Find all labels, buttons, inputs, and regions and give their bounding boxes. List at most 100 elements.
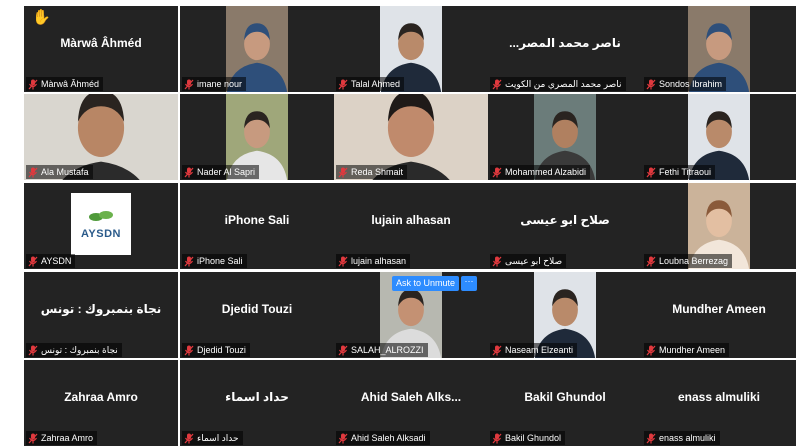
participant-tile[interactable]: Talal Ahmed [334,6,488,92]
participant-tile[interactable]: Djedid Touzi Djedid Touzi [180,272,334,358]
participant-display-name: Bakil Ghundol [524,390,606,404]
participant-display-name: enass almuliki [677,390,761,404]
participant-name-label: Loubna Berrezag [644,254,733,268]
participant-tile[interactable]: ...ناصر محمد المصر ناصر محمد المصري من ال… [488,6,642,92]
participant-name-text: Nader Al Sapri [197,167,256,177]
participant-name-text: Ala Mustafa [41,167,89,177]
participant-display-name: Djedid Touzi [221,302,293,316]
ask-to-unmute-button[interactable]: Ask to Unmute [392,276,460,291]
participant-name-label: Mundher Ameen [644,343,730,357]
participant-display-name: نجاة بنمبروك : تونس [40,302,162,316]
participant-action-bar: Ask to Unmute ··· [392,276,478,291]
participant-name-label: Djedid Touzi [182,343,250,357]
raised-hand-icon: ✋ [32,9,51,26]
participant-name-text: Mohammed Alzabidi [505,167,587,177]
participant-name-text: Bakil Ghundol [505,433,562,443]
participant-name-text: Reda Shmait [351,167,404,177]
participant-tile[interactable]: Mundher Ameen Mundher Ameen [642,272,796,358]
participant-name-text: Fethi Titraoui [659,167,712,177]
participant-name-text: Mundher Ameen [659,345,726,355]
participant-tile[interactable]: Ala Mustafa [24,94,178,180]
participant-tile[interactable]: Ahid Saleh Alks... Ahid Saleh Alksadi [334,360,488,446]
participant-tile[interactable]: Mohammed Alzabidi [488,94,642,180]
participant-name-label: ناصر محمد المصري من الكويت [490,77,626,91]
muted-mic-icon [28,433,38,444]
muted-mic-icon [28,79,38,90]
participant-name-text: حداد اسماء [197,432,239,443]
participant-name-label: Nader Al Sapri [182,165,260,179]
participant-tile[interactable]: AYSDN AYSDN [24,183,178,269]
video-gallery-grid: Màrwâ Âhméd ✋ Màrwâ Âhméd imane nour Talal A… [0,0,798,446]
participant-name-text: enass almuliki [659,433,716,443]
participant-display-name: Ahid Saleh Alks... [360,390,462,404]
participant-name-label: lujain alhasan [336,254,411,268]
participant-tile[interactable]: iPhone Sali iPhone Sali [180,183,334,269]
muted-mic-icon [184,79,194,90]
participant-display-name: Mundher Ameen [672,302,766,316]
participant-name-text: SALAH_ALROZZI [351,345,424,355]
muted-mic-icon [338,433,348,444]
leaf-icon [86,209,116,228]
participant-name-label: iPhone Sali [182,254,247,268]
participant-name-text: lujain alhasan [351,256,407,266]
participant-tile[interactable]: حداد اسماء حداد اسماء [180,360,334,446]
logo-text: AYSDN [81,227,121,240]
muted-mic-icon [184,345,194,356]
participant-name-text: ناصر محمد المصري من الكويت [505,78,622,89]
muted-mic-icon [184,256,194,267]
muted-mic-icon [646,256,656,267]
participant-tile[interactable]: Nader Al Sapri [180,94,334,180]
muted-mic-icon [646,167,656,178]
participant-name-text: صلاح ابو عيسى [505,255,563,266]
participant-name-text: AYSDN [41,256,72,266]
participant-name-label: SALAH_ALROZZI [336,343,428,357]
participant-tile[interactable]: Sondos Ibrahim [642,6,796,92]
participant-tile[interactable]: Reda Shmait [334,94,488,180]
muted-mic-icon [28,167,38,178]
participant-tile[interactable]: Bakil Ghundol Bakil Ghundol [488,360,642,446]
participant-name-text: Sondos Ibrahim [659,79,723,89]
participant-logo-image: AYSDN [71,193,131,255]
participant-tile[interactable]: Fethi Titraoui [642,94,796,180]
participant-name-text: Talal Ahmed [351,79,401,89]
muted-mic-icon [492,433,502,444]
participant-name-label: Bakil Ghundol [490,431,566,445]
participant-name-text: Zahraa Amro [41,433,94,443]
participant-name-label: حداد اسماء [182,431,243,445]
participant-name-label: Fethi Titraoui [644,165,716,179]
participant-tile[interactable]: Zahraa Amro Zahraa Amro [24,360,178,446]
muted-mic-icon [646,345,656,356]
participant-display-name: ...ناصر محمد المصر [509,36,621,50]
participant-name-label: Sondos Ibrahim [644,77,727,91]
participant-name-label: Màrwâ Âhméd [26,77,104,91]
participant-name-label: AYSDN [26,254,76,268]
muted-mic-icon [338,79,348,90]
participant-name-text: Loubna Berrezag [659,256,729,266]
participant-display-name: حداد اسماء [225,390,289,404]
participant-name-label: Zahraa Amro [26,431,98,445]
participant-name-label: Naseam Elzeanti [490,343,578,357]
participant-tile[interactable]: صلاح ابو عيسى صلاح ابو عيسى [488,183,642,269]
participant-display-name: صلاح ابو عيسى [520,213,610,227]
participant-name-text: Màrwâ Âhméd [41,79,100,89]
participant-tile[interactable]: Màrwâ Âhméd ✋ Màrwâ Âhméd [24,6,178,92]
more-options-button[interactable]: ··· [461,276,478,291]
muted-mic-icon [492,256,502,267]
participant-name-label: enass almuliki [644,431,720,445]
participant-tile[interactable]: Naseam Elzeanti [488,272,642,358]
participant-tile[interactable]: نجاة بنمبروك : تونس نجاة بنمبروك : تونس [24,272,178,358]
participant-display-name: lujain alhasan [371,213,451,227]
participant-name-text: Ahid Saleh Alksadi [351,433,426,443]
participant-tile[interactable]: Loubna Berrezag [642,183,796,269]
muted-mic-icon [492,79,502,90]
participant-display-name: Zahraa Amro [64,390,138,404]
participant-name-text: نجاة بنمبروك : تونس [41,344,118,355]
muted-mic-icon [646,79,656,90]
participant-name-text: imane nour [197,79,243,89]
participant-tile[interactable]: imane nour [180,6,334,92]
participant-tile[interactable]: lujain alhasan lujain alhasan [334,183,488,269]
participant-name-text: iPhone Sali [197,256,243,266]
participant-tile[interactable]: enass almuliki enass almuliki [642,360,796,446]
participant-name-label: imane nour [182,77,247,91]
participant-name-label: Ahid Saleh Alksadi [336,431,430,445]
